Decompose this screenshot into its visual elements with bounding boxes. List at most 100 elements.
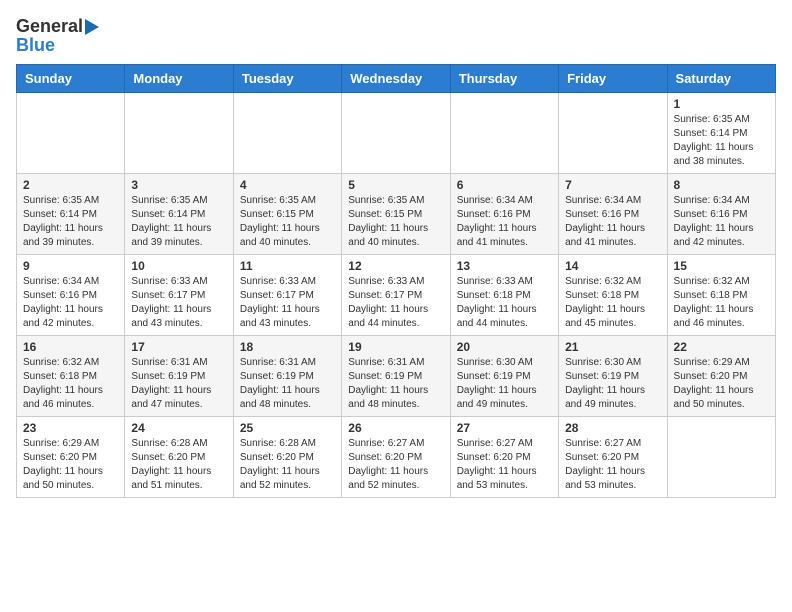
day-number: 27 — [457, 421, 552, 435]
day-number: 1 — [674, 97, 769, 111]
day-number: 25 — [240, 421, 335, 435]
day-info: Sunrise: 6:35 AMSunset: 6:14 PMDaylight:… — [23, 194, 118, 250]
day-info: Sunrise: 6:29 AMSunset: 6:20 PMDaylight:… — [674, 356, 769, 412]
day-info: Sunrise: 6:35 AMSunset: 6:14 PMDaylight:… — [131, 194, 226, 250]
day-number: 6 — [457, 178, 552, 192]
calendar-cell: 9 Sunrise: 6:34 AMSunset: 6:16 PMDaylight… — [17, 255, 125, 336]
calendar-cell: 23 Sunrise: 6:29 AMSunset: 6:20 PMDayligh… — [17, 417, 125, 498]
day-number: 13 — [457, 259, 552, 273]
weekday-header-sunday: Sunday — [17, 65, 125, 93]
weekday-header-thursday: Thursday — [450, 65, 558, 93]
day-info: Sunrise: 6:28 AMSunset: 6:20 PMDaylight:… — [131, 437, 226, 493]
calendar-cell — [17, 93, 125, 174]
day-number: 12 — [348, 259, 443, 273]
calendar-cell: 7 Sunrise: 6:34 AMSunset: 6:16 PMDaylight… — [559, 174, 667, 255]
calendar-cell: 16 Sunrise: 6:32 AMSunset: 6:18 PMDayligh… — [17, 336, 125, 417]
weekday-header-monday: Monday — [125, 65, 233, 93]
day-info: Sunrise: 6:32 AMSunset: 6:18 PMDaylight:… — [23, 356, 118, 412]
logo-general: General — [16, 16, 83, 36]
logo: General Blue — [16, 16, 99, 56]
logo-blue: Blue — [16, 35, 55, 56]
day-info: Sunrise: 6:33 AMSunset: 6:17 PMDaylight:… — [131, 275, 226, 331]
day-info: Sunrise: 6:31 AMSunset: 6:19 PMDaylight:… — [131, 356, 226, 412]
day-info: Sunrise: 6:27 AMSunset: 6:20 PMDaylight:… — [457, 437, 552, 493]
calendar-cell: 5 Sunrise: 6:35 AMSunset: 6:15 PMDaylight… — [342, 174, 450, 255]
calendar-cell: 12 Sunrise: 6:33 AMSunset: 6:17 PMDayligh… — [342, 255, 450, 336]
day-number: 8 — [674, 178, 769, 192]
calendar-cell: 8 Sunrise: 6:34 AMSunset: 6:16 PMDaylight… — [667, 174, 775, 255]
calendar-cell: 2 Sunrise: 6:35 AMSunset: 6:14 PMDaylight… — [17, 174, 125, 255]
day-number: 16 — [23, 340, 118, 354]
day-info: Sunrise: 6:27 AMSunset: 6:20 PMDaylight:… — [565, 437, 660, 493]
day-info: Sunrise: 6:35 AMSunset: 6:15 PMDaylight:… — [348, 194, 443, 250]
day-number: 11 — [240, 259, 335, 273]
calendar-cell — [342, 93, 450, 174]
calendar-cell: 26 Sunrise: 6:27 AMSunset: 6:20 PMDayligh… — [342, 417, 450, 498]
day-number: 22 — [674, 340, 769, 354]
weekday-header-tuesday: Tuesday — [233, 65, 341, 93]
calendar-cell — [667, 417, 775, 498]
day-info: Sunrise: 6:29 AMSunset: 6:20 PMDaylight:… — [23, 437, 118, 493]
calendar-cell — [233, 93, 341, 174]
day-info: Sunrise: 6:30 AMSunset: 6:19 PMDaylight:… — [565, 356, 660, 412]
day-number: 23 — [23, 421, 118, 435]
calendar-cell: 11 Sunrise: 6:33 AMSunset: 6:17 PMDayligh… — [233, 255, 341, 336]
calendar-table: SundayMondayTuesdayWednesdayThursdayFrid… — [16, 64, 776, 498]
day-number: 17 — [131, 340, 226, 354]
calendar-cell — [450, 93, 558, 174]
day-number: 9 — [23, 259, 118, 273]
day-number: 18 — [240, 340, 335, 354]
day-info: Sunrise: 6:34 AMSunset: 6:16 PMDaylight:… — [457, 194, 552, 250]
calendar-cell: 6 Sunrise: 6:34 AMSunset: 6:16 PMDaylight… — [450, 174, 558, 255]
calendar-cell — [125, 93, 233, 174]
day-number: 5 — [348, 178, 443, 192]
day-info: Sunrise: 6:31 AMSunset: 6:19 PMDaylight:… — [240, 356, 335, 412]
day-number: 26 — [348, 421, 443, 435]
day-info: Sunrise: 6:35 AMSunset: 6:14 PMDaylight:… — [674, 113, 769, 169]
calendar-cell: 24 Sunrise: 6:28 AMSunset: 6:20 PMDayligh… — [125, 417, 233, 498]
calendar-cell: 27 Sunrise: 6:27 AMSunset: 6:20 PMDayligh… — [450, 417, 558, 498]
calendar-cell: 20 Sunrise: 6:30 AMSunset: 6:19 PMDayligh… — [450, 336, 558, 417]
calendar-cell: 22 Sunrise: 6:29 AMSunset: 6:20 PMDayligh… — [667, 336, 775, 417]
calendar-cell: 19 Sunrise: 6:31 AMSunset: 6:19 PMDayligh… — [342, 336, 450, 417]
calendar-cell: 3 Sunrise: 6:35 AMSunset: 6:14 PMDaylight… — [125, 174, 233, 255]
day-info: Sunrise: 6:33 AMSunset: 6:17 PMDaylight:… — [348, 275, 443, 331]
day-info: Sunrise: 6:34 AMSunset: 6:16 PMDaylight:… — [565, 194, 660, 250]
day-number: 15 — [674, 259, 769, 273]
calendar-cell: 4 Sunrise: 6:35 AMSunset: 6:15 PMDaylight… — [233, 174, 341, 255]
day-info: Sunrise: 6:27 AMSunset: 6:20 PMDaylight:… — [348, 437, 443, 493]
calendar-cell: 13 Sunrise: 6:33 AMSunset: 6:18 PMDayligh… — [450, 255, 558, 336]
day-number: 10 — [131, 259, 226, 273]
logo-arrow-icon — [85, 19, 99, 35]
calendar-cell: 10 Sunrise: 6:33 AMSunset: 6:17 PMDayligh… — [125, 255, 233, 336]
day-number: 2 — [23, 178, 118, 192]
calendar-cell: 25 Sunrise: 6:28 AMSunset: 6:20 PMDayligh… — [233, 417, 341, 498]
day-info: Sunrise: 6:31 AMSunset: 6:19 PMDaylight:… — [348, 356, 443, 412]
page-header: General Blue — [16, 16, 776, 56]
day-number: 14 — [565, 259, 660, 273]
day-info: Sunrise: 6:32 AMSunset: 6:18 PMDaylight:… — [565, 275, 660, 331]
weekday-header-friday: Friday — [559, 65, 667, 93]
calendar-cell: 14 Sunrise: 6:32 AMSunset: 6:18 PMDayligh… — [559, 255, 667, 336]
calendar-cell: 15Sunrise: 6:32 AMSunset: 6:18 PMDayligh… — [667, 255, 775, 336]
day-info: Sunrise: 6:33 AMSunset: 6:18 PMDaylight:… — [457, 275, 552, 331]
day-number: 4 — [240, 178, 335, 192]
day-number: 7 — [565, 178, 660, 192]
day-number: 24 — [131, 421, 226, 435]
day-number: 28 — [565, 421, 660, 435]
day-number: 3 — [131, 178, 226, 192]
calendar-cell: 17 Sunrise: 6:31 AMSunset: 6:19 PMDayligh… — [125, 336, 233, 417]
calendar-cell: 21 Sunrise: 6:30 AMSunset: 6:19 PMDayligh… — [559, 336, 667, 417]
day-info: Sunrise: 6:30 AMSunset: 6:19 PMDaylight:… — [457, 356, 552, 412]
day-info: Sunrise: 6:35 AMSunset: 6:15 PMDaylight:… — [240, 194, 335, 250]
day-number: 21 — [565, 340, 660, 354]
day-number: 19 — [348, 340, 443, 354]
day-info: Sunrise: 6:34 AMSunset: 6:16 PMDaylight:… — [674, 194, 769, 250]
calendar-cell: 28 Sunrise: 6:27 AMSunset: 6:20 PMDayligh… — [559, 417, 667, 498]
day-info: Sunrise: 6:34 AMSunset: 6:16 PMDaylight:… — [23, 275, 118, 331]
day-info: Sunrise: 6:33 AMSunset: 6:17 PMDaylight:… — [240, 275, 335, 331]
day-number: 20 — [457, 340, 552, 354]
weekday-header-saturday: Saturday — [667, 65, 775, 93]
calendar-cell: 18 Sunrise: 6:31 AMSunset: 6:19 PMDayligh… — [233, 336, 341, 417]
day-info: Sunrise: 6:28 AMSunset: 6:20 PMDaylight:… — [240, 437, 335, 493]
